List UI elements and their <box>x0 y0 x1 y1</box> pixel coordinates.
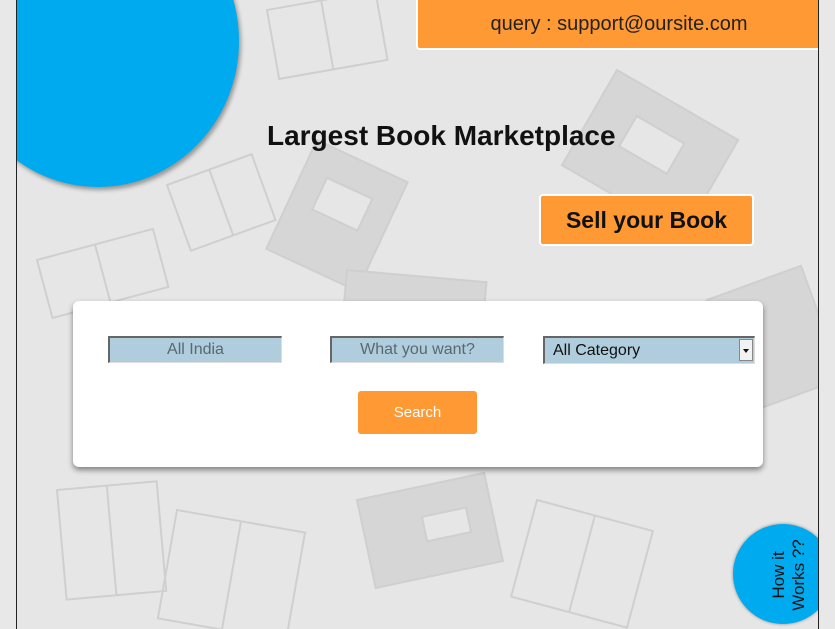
page: query : support@oursite.com Largest Book… <box>16 0 819 629</box>
chevron-down-icon[interactable] <box>739 339 753 361</box>
category-select[interactable]: All Category <box>543 336 755 364</box>
support-query-text: query : support@oursite.com <box>490 12 748 35</box>
support-query-bar: query : support@oursite.com <box>416 0 818 50</box>
sell-your-book-button[interactable]: Sell your Book <box>539 194 754 246</box>
search-button-label: Search <box>393 404 442 421</box>
search-panel: All Category Search <box>73 301 763 467</box>
page-title: Largest Book Marketplace <box>267 120 616 151</box>
sell-button-label: Sell your Book <box>565 206 728 233</box>
category-selected-value: All Category <box>553 342 641 359</box>
how-it-works-label: How it Works ?? <box>769 539 808 611</box>
location-input[interactable] <box>108 336 282 363</box>
search-button[interactable]: Search <box>358 391 477 434</box>
search-query-input[interactable] <box>330 336 504 363</box>
